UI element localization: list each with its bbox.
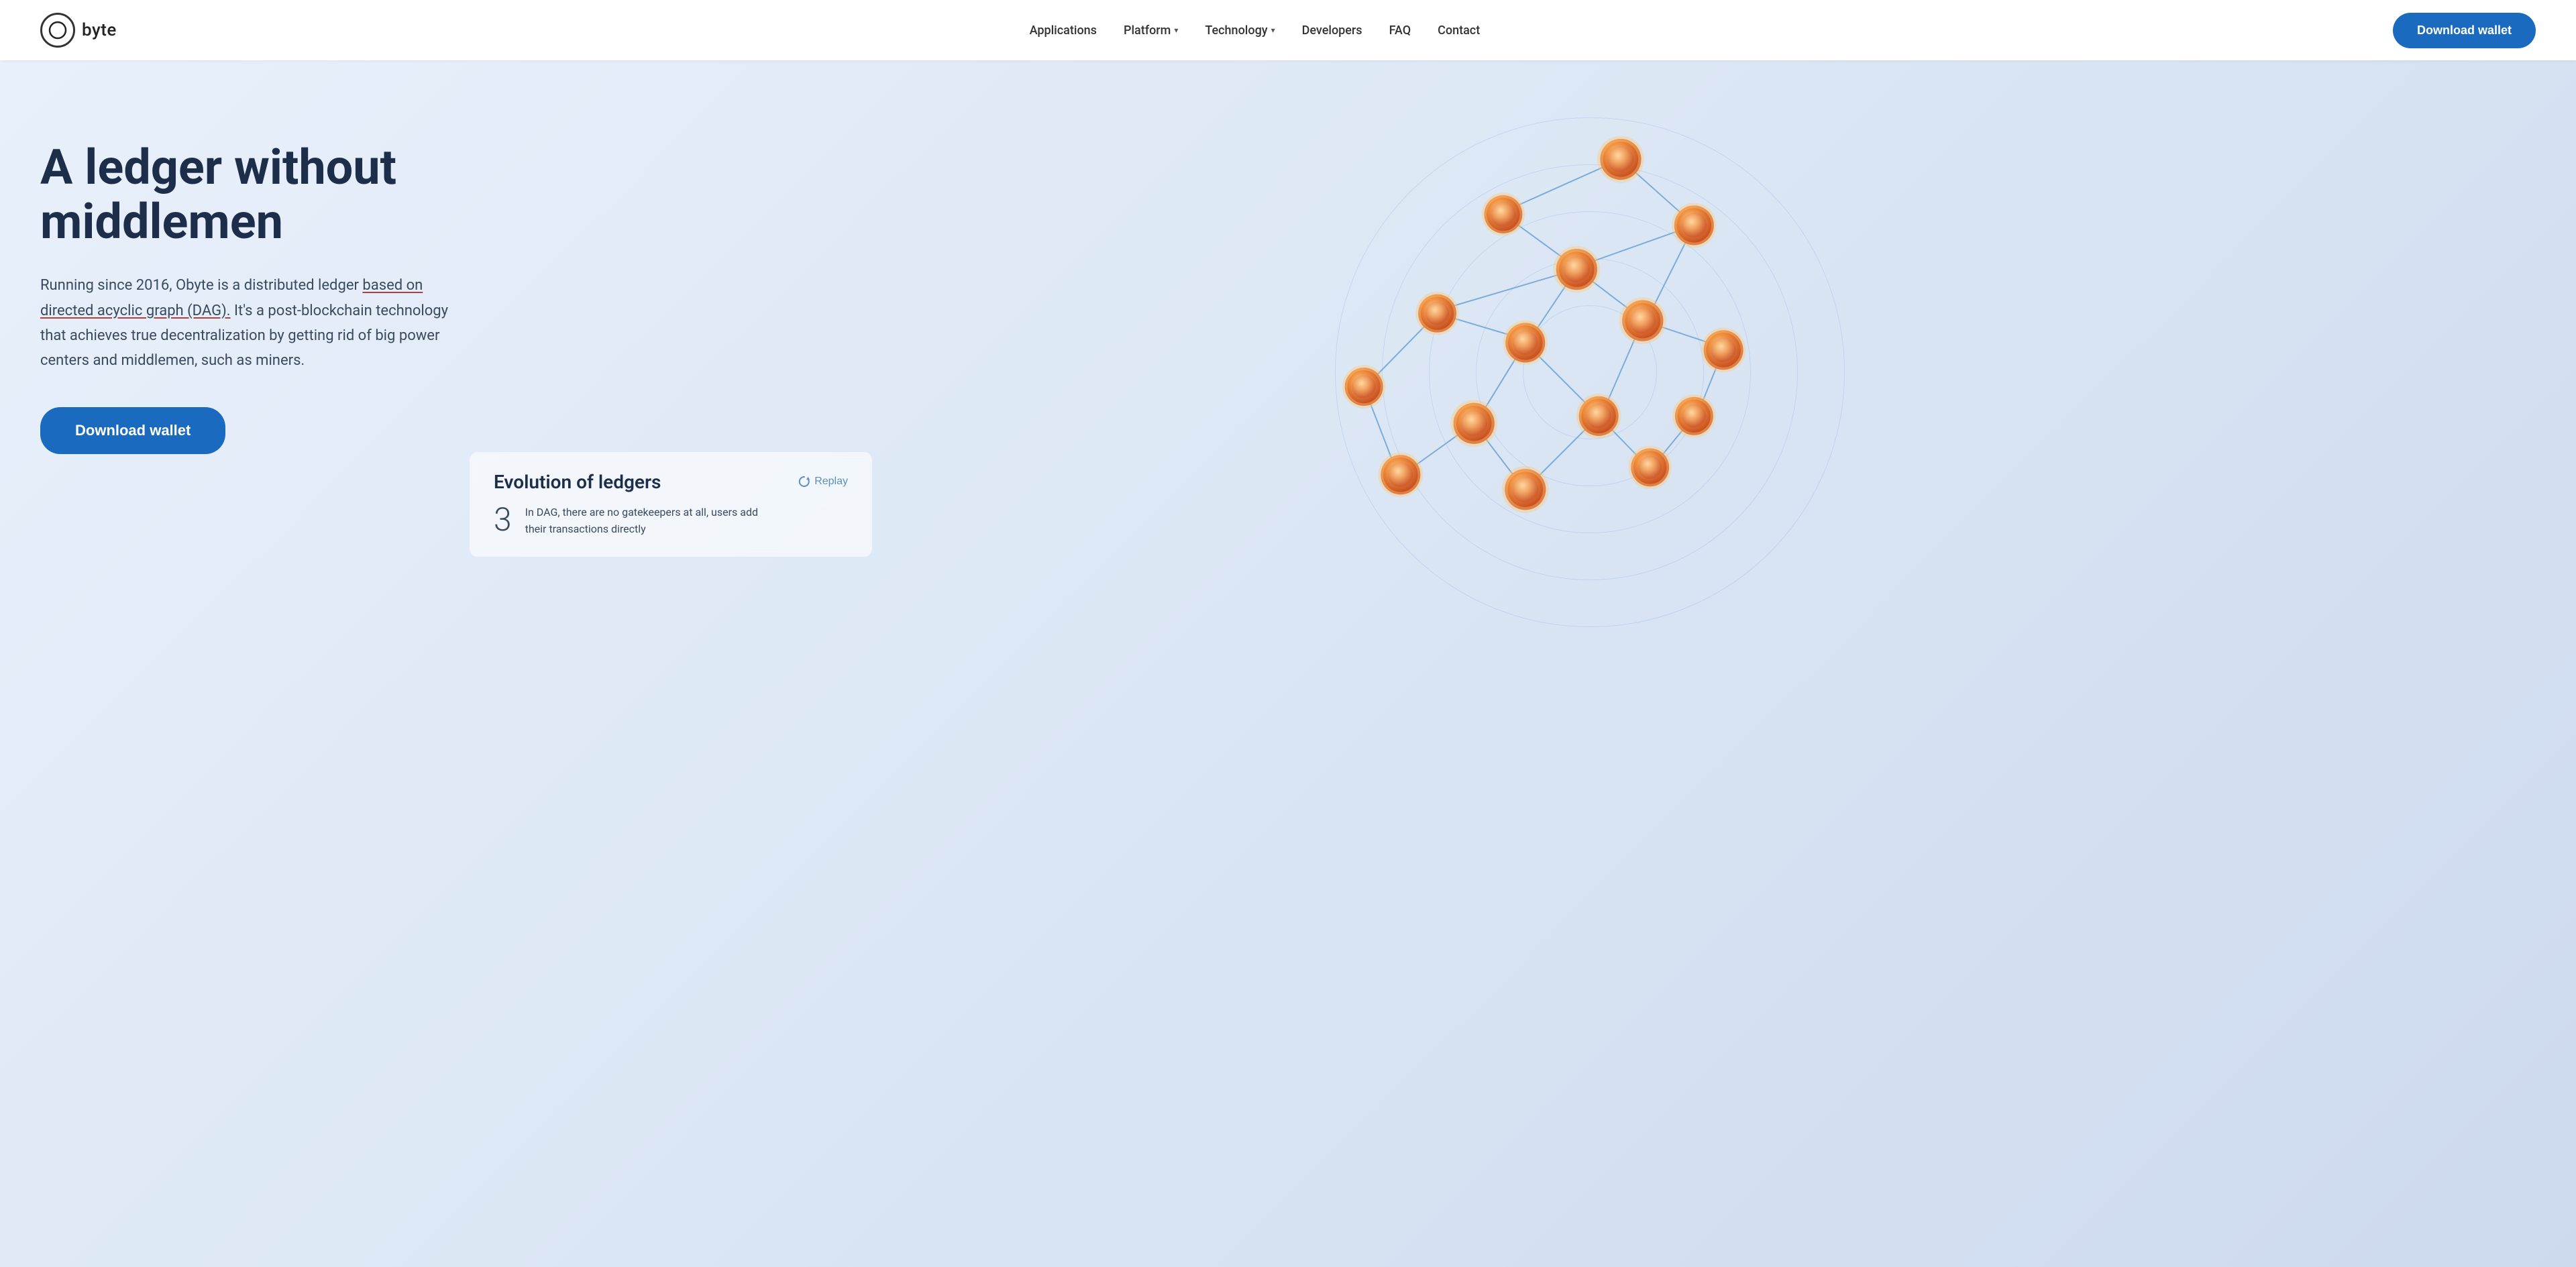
evolution-header: Evolution of ledgers Replay — [494, 471, 848, 493]
evolution-title: Evolution of ledgers — [494, 471, 661, 493]
nav-link-developers[interactable]: Developers — [1302, 23, 1362, 38]
nav-link-technology[interactable]: Technology ▾ — [1205, 23, 1275, 38]
platform-dropdown-arrow: ▾ — [1174, 25, 1178, 35]
dag-node-inner — [1564, 256, 1590, 282]
nav-link-contact[interactable]: Contact — [1438, 23, 1480, 38]
evolution-panel: Evolution of ledgers Replay 3 In DAG, th… — [470, 452, 872, 557]
dag-node-inner — [1682, 213, 1707, 237]
hero-title: A ledger without middlemen — [40, 141, 456, 249]
navbar: byte Applications Platform ▾ Technology … — [0, 0, 2576, 60]
dag-node-inner — [1682, 404, 1706, 428]
nav-item-contact: Contact — [1438, 23, 1480, 38]
evolution-step-text: In DAG, there are no gatekeepers at all,… — [525, 504, 767, 538]
hero-download-wallet-button[interactable]: Download wallet — [40, 407, 225, 454]
hero-right-content: Evolution of ledgers Replay 3 In DAG, th… — [456, 114, 2536, 584]
evolution-content: 3 In DAG, there are no gatekeepers at al… — [494, 504, 848, 538]
technology-dropdown-arrow: ▾ — [1271, 25, 1275, 35]
dag-node-inner — [1587, 404, 1611, 429]
logo-icon — [48, 21, 67, 40]
nav-item-faq: FAQ — [1389, 23, 1411, 38]
hero-section: A ledger without middlemen Running since… — [0, 60, 2576, 1267]
nav-item-developers: Developers — [1302, 23, 1362, 38]
dag-node-inner — [1638, 455, 1662, 479]
dag-node-inner — [1461, 410, 1487, 437]
nav-link-faq[interactable]: FAQ — [1389, 23, 1411, 38]
logo-link[interactable]: byte — [40, 13, 117, 48]
dag-node-inner — [1711, 337, 1735, 362]
dag-node-inner — [1388, 462, 1413, 487]
nav-item-platform: Platform ▾ — [1124, 23, 1178, 38]
nav-item-technology: Technology ▾ — [1205, 23, 1275, 38]
replay-icon — [798, 476, 810, 488]
dag-node-inner — [1513, 330, 1538, 355]
hero-left-content: A ledger without middlemen Running since… — [40, 114, 456, 454]
hero-description: Running since 2016, Obyte is a distribut… — [40, 273, 456, 374]
dag-node-inner — [1512, 476, 1538, 502]
dag-node-inner — [1607, 146, 1633, 172]
dag-node-inner — [1629, 307, 1656, 333]
nav-menu: Applications Platform ▾ Technology ▾ Dev… — [1030, 23, 1481, 38]
nav-item-applications: Applications — [1030, 23, 1097, 38]
nav-link-platform[interactable]: Platform ▾ — [1124, 23, 1178, 38]
dag-node-inner — [1426, 302, 1449, 325]
logo-text: byte — [82, 20, 117, 40]
dag-node-inner — [1491, 202, 1515, 227]
logo-circle — [40, 13, 75, 48]
evolution-step-number: 3 — [494, 504, 512, 536]
replay-button[interactable]: Replay — [798, 476, 848, 488]
dag-node-inner — [1352, 375, 1376, 398]
nav-link-applications[interactable]: Applications — [1030, 23, 1097, 38]
nav-download-wallet-button[interactable]: Download wallet — [2393, 13, 2536, 48]
